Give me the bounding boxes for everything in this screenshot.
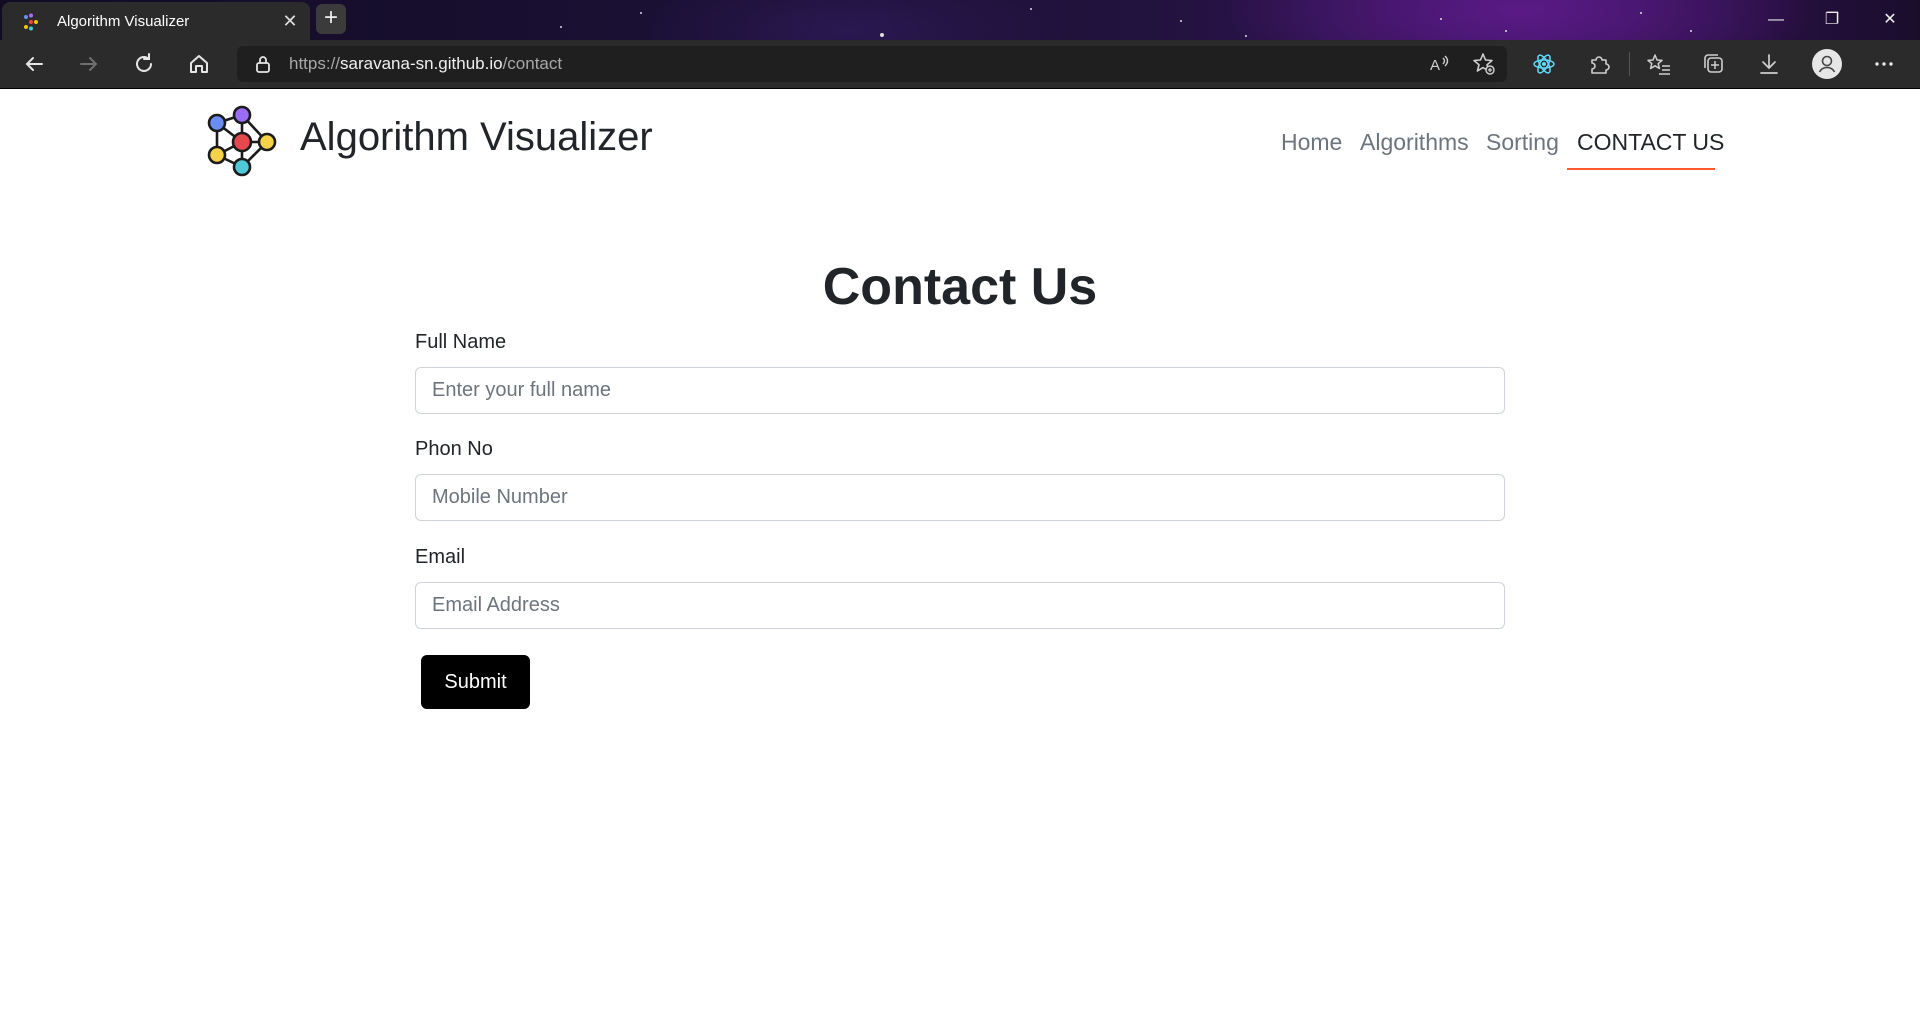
- browser-toolbar: https://saravana-sn.github.io/contact A: [0, 40, 1920, 88]
- submit-button[interactable]: Submit: [421, 655, 530, 709]
- nav-algorithms[interactable]: Algorithms: [1360, 129, 1469, 156]
- email-label: Email: [415, 546, 466, 568]
- toolbar-divider: [1629, 52, 1630, 76]
- downloads-icon[interactable]: [1755, 50, 1783, 78]
- url-scheme: https://: [289, 54, 341, 73]
- nav-contact-us[interactable]: CONTACT US: [1577, 129, 1724, 156]
- phone-input[interactable]: [415, 474, 1505, 521]
- active-nav-underline: [1567, 168, 1715, 170]
- page: Algorithm Visualizer Home Algorithms Sor…: [0, 89, 1920, 1020]
- minimize-button[interactable]: —: [1756, 6, 1796, 34]
- brand-title[interactable]: Algorithm Visualizer: [300, 115, 653, 160]
- phone-label: Phon No: [415, 438, 493, 460]
- home-icon[interactable]: [185, 50, 213, 78]
- url-path: /contact: [502, 54, 563, 73]
- address-bar[interactable]: https://saravana-sn.github.io/contact: [237, 46, 1507, 82]
- network-logo-icon[interactable]: [205, 105, 279, 179]
- collections-icon[interactable]: [1700, 50, 1728, 78]
- page-title: Contact Us: [822, 258, 1098, 316]
- nav-home[interactable]: Home: [1281, 129, 1342, 156]
- url-text[interactable]: https://saravana-sn.github.io/contact: [289, 54, 562, 74]
- browser-tab[interactable]: Algorithm Visualizer ✕: [2, 2, 310, 40]
- email-input[interactable]: [415, 582, 1505, 629]
- read-aloud-icon[interactable]: A: [1425, 50, 1453, 78]
- tab-close-icon[interactable]: ✕: [280, 10, 300, 32]
- full-name-label: Full Name: [415, 331, 507, 353]
- favicon-icon: [24, 13, 38, 31]
- nav-sorting[interactable]: Sorting: [1486, 129, 1559, 156]
- forward-icon[interactable]: [75, 50, 103, 78]
- url-host: saravana-sn.github.io: [340, 54, 503, 73]
- back-icon[interactable]: [20, 50, 48, 78]
- svg-text:A: A: [1430, 57, 1440, 74]
- close-window-button[interactable]: ✕: [1870, 6, 1910, 34]
- new-tab-button[interactable]: +: [316, 4, 346, 34]
- profile-icon[interactable]: [1811, 48, 1843, 80]
- restore-button[interactable]: ❐: [1812, 6, 1852, 34]
- refresh-icon[interactable]: [130, 50, 158, 78]
- favorites-icon[interactable]: [1645, 50, 1673, 78]
- full-name-input[interactable]: [415, 367, 1505, 414]
- extensions-icon[interactable]: [1585, 50, 1613, 78]
- react-devtools-icon[interactable]: [1530, 50, 1558, 78]
- lock-icon[interactable]: [253, 54, 273, 74]
- tab-title: Algorithm Visualizer: [57, 13, 190, 30]
- browser-title-bar: Algorithm Visualizer ✕ + — ❐ ✕: [0, 0, 1920, 40]
- more-icon[interactable]: [1870, 50, 1898, 78]
- add-favorite-icon[interactable]: [1470, 50, 1498, 78]
